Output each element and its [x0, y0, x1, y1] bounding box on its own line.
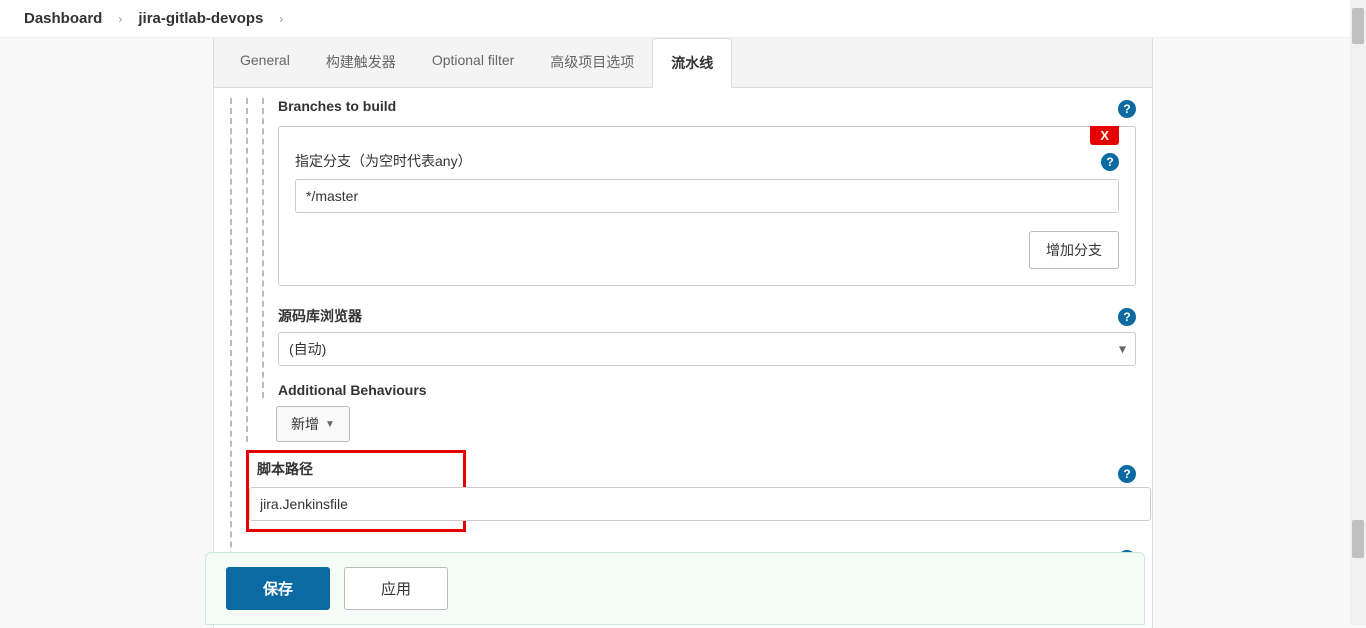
add-branch-button[interactable]: 增加分支: [1029, 231, 1119, 269]
section-branches: Branches to build ? X 指定分支（为空时代表any） ?: [262, 98, 1136, 398]
chevron-right-icon: ›: [118, 12, 122, 26]
section-outer: Branches to build ? X 指定分支（为空时代表any） ?: [230, 98, 1136, 608]
repo-browser-label: 源码库浏览器: [278, 306, 1136, 326]
branch-specifier-box: X 指定分支（为空时代表any） ? 增加分支: [278, 126, 1136, 286]
script-path-highlight: 脚本路径: [246, 450, 466, 532]
scrollbar-thumb[interactable]: [1352, 520, 1364, 558]
scrollbar-track[interactable]: [1350, 0, 1366, 625]
repo-browser-select-wrap: (自动): [278, 332, 1136, 366]
save-button[interactable]: 保存: [226, 567, 330, 610]
add-behaviour-button[interactable]: 新增 ▼: [276, 406, 350, 442]
repo-browser-select[interactable]: (自动): [278, 332, 1136, 366]
branches-to-build-row: Branches to build ?: [278, 98, 1136, 114]
content: Branches to build ? X 指定分支（为空时代表any） ?: [214, 98, 1152, 628]
help-icon[interactable]: ?: [1101, 153, 1119, 171]
config-panel: General 构建触发器 Optional filter 高级项目选项 流水线…: [213, 38, 1153, 628]
branch-specifier-input[interactable]: [295, 179, 1119, 213]
tabs: General 构建触发器 Optional filter 高级项目选项 流水线: [214, 38, 1152, 88]
help-icon[interactable]: ?: [1118, 100, 1136, 118]
breadcrumb: Dashboard › jira-gitlab-devops ›: [0, 0, 1366, 38]
script-path-block: ? 脚本路径: [246, 450, 1136, 532]
add-behaviour-label: 新增: [291, 414, 319, 434]
branch-spec-row: 指定分支（为空时代表any） ?: [295, 151, 1119, 171]
branch-spec-label: 指定分支（为空时代表any）: [295, 151, 1119, 171]
help-icon[interactable]: ?: [1118, 465, 1136, 483]
script-path-label: 脚本路径: [257, 459, 455, 479]
section-scm: Branches to build ? X 指定分支（为空时代表any） ?: [246, 98, 1136, 442]
branches-to-build-label: Branches to build: [278, 98, 1136, 114]
help-icon[interactable]: ?: [1118, 308, 1136, 326]
footer-bar: 保存 应用: [205, 552, 1145, 625]
tab-optional-filter[interactable]: Optional filter: [414, 38, 532, 87]
tab-advanced[interactable]: 高级项目选项: [532, 38, 652, 87]
additional-behaviours-label: Additional Behaviours: [278, 382, 1136, 398]
script-path-input[interactable]: [249, 487, 1151, 521]
apply-button[interactable]: 应用: [344, 567, 448, 610]
scrollbar-thumb-up[interactable]: [1352, 8, 1364, 44]
additional-add-row: 新增 ▼: [276, 406, 1136, 442]
repo-browser-row: 源码库浏览器 ?: [278, 306, 1136, 326]
tab-pipeline[interactable]: 流水线: [652, 38, 732, 88]
delete-branch-button[interactable]: X: [1090, 126, 1119, 145]
breadcrumb-project[interactable]: jira-gitlab-devops: [138, 10, 263, 27]
chevron-right-icon: ›: [279, 12, 283, 26]
caret-down-icon: ▼: [325, 419, 335, 430]
tab-general[interactable]: General: [222, 38, 308, 87]
main-area: General 构建触发器 Optional filter 高级项目选项 流水线…: [0, 38, 1366, 628]
breadcrumb-dashboard[interactable]: Dashboard: [24, 10, 102, 27]
add-branch-row: 增加分支: [295, 231, 1119, 269]
tab-trigger[interactable]: 构建触发器: [308, 38, 414, 87]
